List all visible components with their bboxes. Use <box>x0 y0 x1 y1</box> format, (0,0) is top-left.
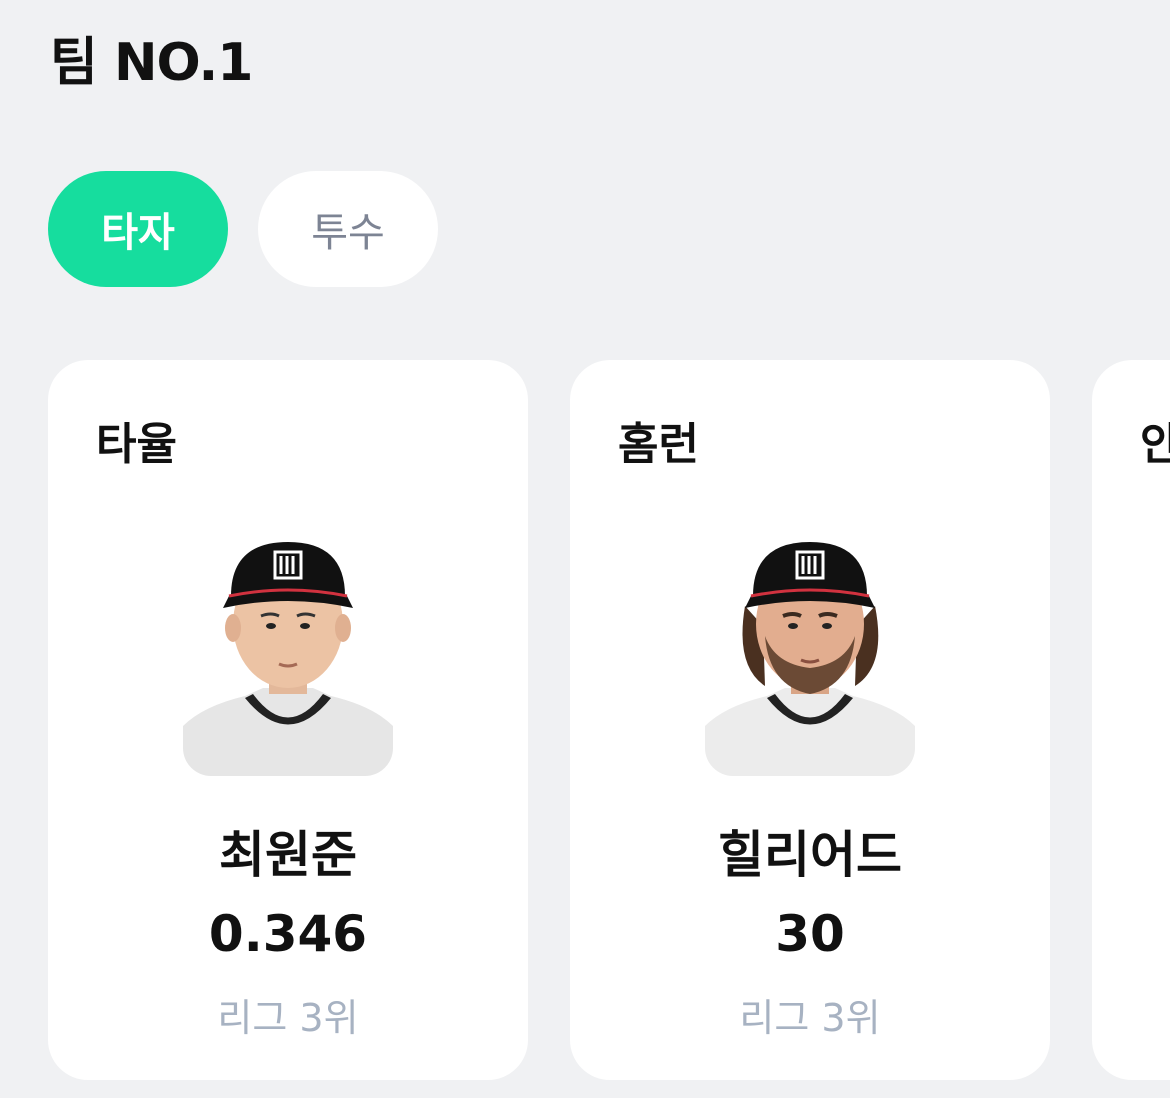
leader-cards: 타율 최원준 0.346 리그 3위 홈런 힐리어드 30 리그 3위 안 <box>48 360 1170 1080</box>
stat-value: 30 <box>775 905 845 963</box>
player-avatar <box>705 536 915 776</box>
player-avatar <box>183 536 393 776</box>
player-name: 힐리어드 <box>718 826 902 884</box>
tab-batter[interactable]: 타자 <box>48 171 228 287</box>
player-name: 최원준 <box>219 826 357 884</box>
card-category: 타율 <box>96 419 177 470</box>
leader-card-home-runs[interactable]: 홈런 힐리어드 30 리그 3위 <box>570 360 1050 1080</box>
leader-card-batting-average[interactable]: 타율 최원준 0.346 리그 3위 <box>48 360 528 1080</box>
leader-card-hits[interactable]: 안 <box>1092 360 1170 1080</box>
league-rank: 리그 3위 <box>217 996 359 1040</box>
tab-pitcher[interactable]: 투수 <box>258 171 438 287</box>
position-tabs: 타자 투수 <box>48 171 438 287</box>
league-rank: 리그 3위 <box>739 996 881 1040</box>
stat-value: 0.346 <box>208 905 368 963</box>
card-category: 안 <box>1140 419 1170 470</box>
card-category: 홈런 <box>618 419 699 470</box>
page-title: 팀 NO.1 <box>50 33 253 93</box>
